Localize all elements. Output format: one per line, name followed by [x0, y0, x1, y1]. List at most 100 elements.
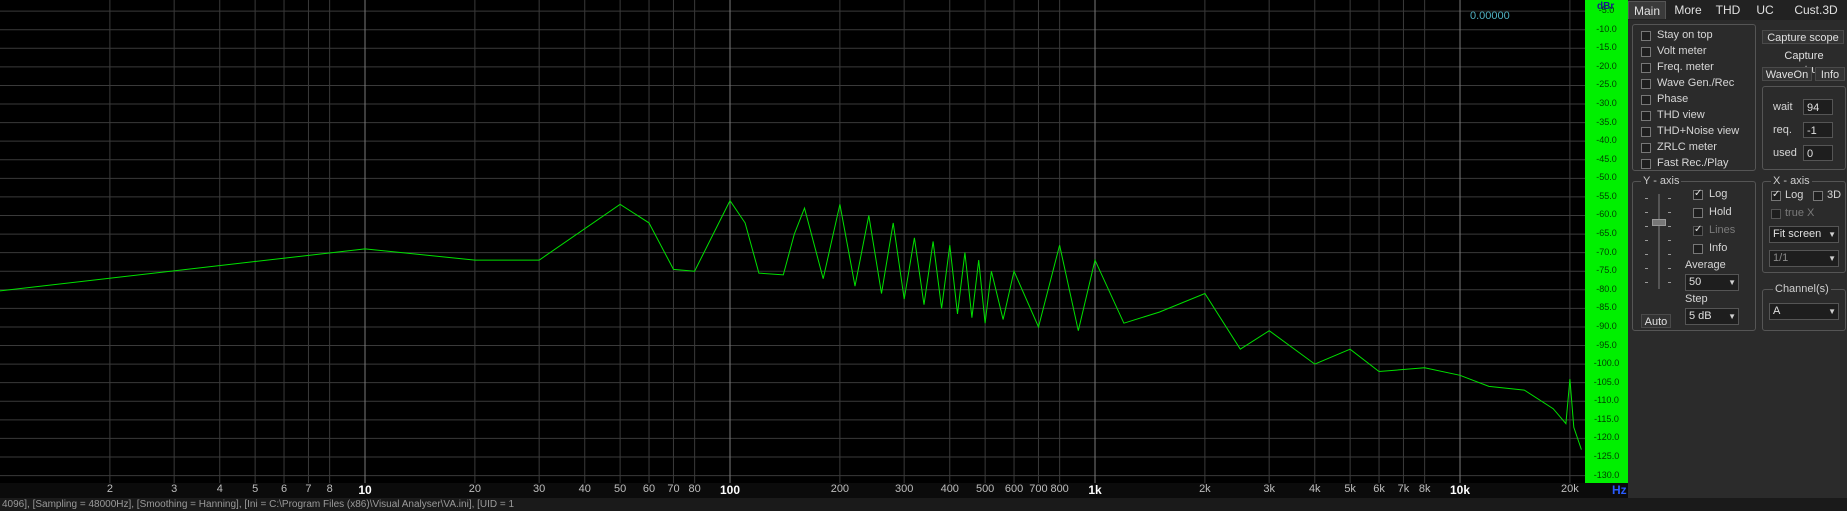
step-select[interactable]: 5 dB ▼ [1685, 308, 1739, 325]
frequency-axis: 2 3 4 5 6 7 8 10 20 30 40 50 60 70 80 100 200 300 400 500 60… [0, 483, 1628, 498]
freq-tick-label: 4k [1308, 483, 1321, 495]
db-tick-label: -75.0 [1596, 265, 1617, 276]
db-tick-label: -40.0 [1596, 135, 1617, 146]
true-x-label: true X [1785, 207, 1815, 219]
volt-meter-checkbox[interactable] [1641, 47, 1651, 57]
db-tick-label: -10.0 [1596, 23, 1617, 34]
freq-tick-label: 80 [688, 483, 701, 495]
db-tick-label: -45.0 [1596, 153, 1617, 164]
x-log-label: Log [1785, 189, 1804, 201]
freq-tick-label: 300 [894, 483, 914, 495]
db-tick-label: -100.0 [1593, 358, 1620, 369]
channels-title: Channel(s) [1773, 283, 1831, 295]
chevron-down-icon: ▼ [1828, 307, 1836, 316]
zrlc-meter-checkbox[interactable] [1641, 143, 1651, 153]
fast-rec-play-checkbox[interactable] [1641, 159, 1651, 169]
db-tick-label: -95.0 [1596, 339, 1617, 350]
freq-tick-label: 6k [1373, 483, 1385, 495]
hold-checkbox[interactable] [1693, 208, 1703, 218]
freq-tick-label: 30 [533, 483, 546, 495]
options-group: Stay on top Volt meter Freq. meter Wave … [1632, 24, 1756, 171]
visual-analyser-window: 0.00000 -5.0 -10.0 -15.0 -20.0 -25.0 -30.0 -35… [0, 0, 1847, 511]
info-button[interactable]: Info [1815, 67, 1845, 81]
db-tick-label: -80.0 [1596, 283, 1617, 294]
channels-group: Channel(s) A ▼ [1762, 283, 1846, 331]
thd-noise-view-label: THD+Noise view [1657, 125, 1740, 137]
level-readout: 0.00000 [1470, 10, 1510, 22]
db-tick-label: -120.0 [1593, 432, 1620, 443]
freq-tick-label: 100 [719, 483, 741, 497]
wave-gen-checkbox[interactable] [1641, 79, 1651, 89]
step-value: 5 dB [1689, 310, 1712, 322]
y-axis-group: Y - axis Auto Log Hold Lines Info Averag… [1632, 175, 1756, 331]
y-axis-slider-track[interactable] [1658, 194, 1660, 289]
db-scale-bar: -5.0 -10.0 -15.0 -20.0 -25.0 -30.0 -35.0 -40.0-… [1585, 0, 1628, 483]
tab-more[interactable]: More [1668, 1, 1708, 19]
freq-tick-label: 3 [171, 483, 178, 495]
tab-uc[interactable]: UC [1750, 1, 1780, 19]
spectrum-trace [0, 199, 1582, 450]
req-field[interactable]: -1 [1803, 122, 1833, 138]
wait-field[interactable]: 94 [1803, 99, 1833, 115]
freq-tick-label: 7k [1397, 483, 1410, 495]
phase-label: Phase [1657, 93, 1689, 105]
tab-main[interactable]: Main [1628, 1, 1666, 19]
capture-spectrum-button[interactable]: Capture spectrum [1762, 49, 1846, 76]
wave-on-button[interactable]: WaveOn [1762, 67, 1812, 81]
ratio-select[interactable]: 1/1 ▼ [1769, 250, 1839, 267]
freq-tick-label: 50 [614, 483, 627, 495]
timing-group: wait 94 req. -1 used 0 [1762, 86, 1846, 170]
db-tick-label: -15.0 [1596, 42, 1617, 53]
freq-tick-label: 40 [578, 483, 591, 495]
db-tick-label: -65.0 [1596, 228, 1617, 239]
y-info-checkbox[interactable] [1693, 244, 1703, 254]
stay-on-top-label: Stay on top [1657, 29, 1713, 41]
db-tick-label: -110.0 [1594, 395, 1619, 406]
spectrum-plot[interactable] [0, 0, 1585, 483]
lines-checkbox[interactable] [1693, 224, 1703, 236]
average-select[interactable]: 50 ▼ [1685, 274, 1739, 291]
db-tick-label: -70.0 [1596, 246, 1617, 257]
freq-meter-checkbox[interactable] [1641, 63, 1651, 73]
ratio-value: 1/1 [1773, 252, 1789, 264]
y-log-checkbox[interactable] [1693, 188, 1703, 200]
threed-checkbox[interactable] [1813, 191, 1823, 201]
freq-tick-label: 700 [1029, 483, 1048, 495]
chevron-down-icon: ▼ [1828, 230, 1836, 239]
threed-label: 3D [1827, 189, 1842, 201]
true-x-checkbox[interactable] [1771, 209, 1781, 219]
thd-view-checkbox[interactable] [1641, 111, 1651, 121]
capture-scope-button[interactable]: Capture scope [1762, 30, 1844, 44]
auto-button[interactable]: Auto [1641, 314, 1671, 328]
freq-tick-label: 1k [1088, 483, 1102, 497]
channel-select[interactable]: A ▼ [1769, 303, 1839, 320]
tab-thd[interactable]: THD [1710, 1, 1746, 19]
channel-value: A [1773, 305, 1781, 317]
freq-tick-label: 70 [667, 483, 680, 495]
stay-on-top-checkbox[interactable] [1641, 31, 1651, 41]
db-tick-label: -125.0 [1593, 450, 1620, 461]
freq-tick-label: 2k [1199, 483, 1211, 495]
db-tick-label: -25.0 [1596, 79, 1617, 90]
phase-checkbox[interactable] [1641, 95, 1651, 105]
thd-view-label: THD view [1657, 109, 1705, 121]
volt-meter-label: Volt meter [1657, 45, 1707, 57]
db-tick-label: -20.0 [1596, 60, 1617, 71]
y-axis-slider-thumb[interactable] [1652, 219, 1666, 226]
average-value: 50 [1689, 276, 1702, 288]
freq-meter-label: Freq. meter [1657, 61, 1714, 73]
used-field[interactable]: 0 [1803, 145, 1833, 161]
x-axis-title: X - axis [1771, 175, 1812, 187]
thd-noise-view-checkbox[interactable] [1641, 127, 1651, 137]
freq-tick-label: 20k [1561, 483, 1579, 495]
x-log-checkbox[interactable] [1771, 189, 1781, 201]
fast-rec-play-label: Fast Rec./Play [1657, 157, 1729, 169]
freq-tick-label: 5k [1344, 483, 1356, 495]
fit-screen-select[interactable]: Fit screen ▼ [1769, 226, 1839, 243]
freq-tick-label: 5 [252, 483, 259, 495]
lines-label: Lines [1709, 224, 1736, 236]
db-tick-label: -115.0 [1594, 413, 1619, 424]
db-tick-label: -30.0 [1596, 98, 1617, 109]
tab-cust3d[interactable]: Cust.3D [1786, 1, 1846, 19]
step-label: Step [1685, 293, 1708, 305]
